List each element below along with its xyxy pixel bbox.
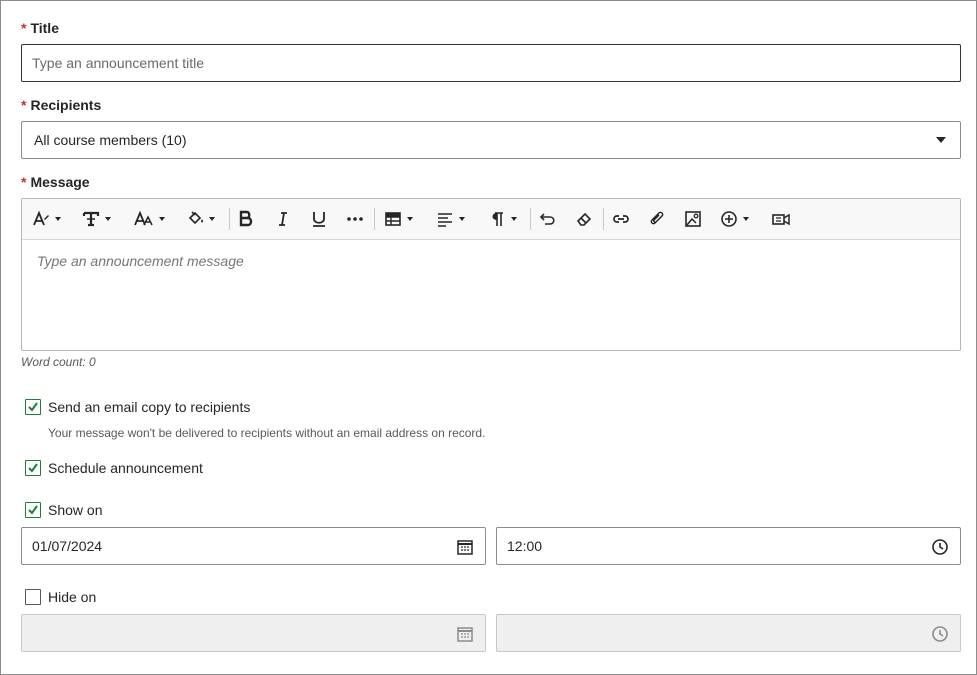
fill-color-icon[interactable]	[186, 207, 215, 231]
checkbox-checked-icon[interactable]	[25, 502, 41, 518]
announcement-form: * Title Type an announcement title * Recip…	[0, 0, 977, 675]
schedule-checkbox[interactable]: Schedule announcement	[25, 460, 203, 476]
title-label: * Title	[21, 20, 59, 36]
video-icon[interactable]	[772, 207, 790, 231]
show-on-checkbox[interactable]: Show on	[25, 502, 102, 518]
toolbar-divider	[229, 208, 230, 230]
toolbar-divider	[603, 208, 604, 230]
checkbox-unchecked-icon[interactable]	[25, 589, 41, 605]
show-on-time-input[interactable]: 12:00	[496, 527, 961, 565]
email-copy-hint: Your message won't be delivered to recip…	[48, 426, 486, 440]
show-on-date-input[interactable]: 01/07/2024	[21, 527, 486, 565]
message-editor: Type an announcement message	[21, 198, 961, 351]
paragraph-icon[interactable]	[488, 207, 517, 231]
recipients-select[interactable]: All course members (10)	[21, 121, 961, 159]
text-format-icon[interactable]	[82, 207, 111, 231]
link-icon[interactable]	[612, 207, 630, 231]
calendar-icon	[456, 625, 474, 646]
title-input[interactable]: Type an announcement title	[21, 44, 961, 82]
hide-on-date-input	[21, 614, 486, 652]
clock-icon	[931, 625, 949, 646]
italic-icon[interactable]	[274, 207, 292, 231]
editor-toolbar	[22, 199, 960, 240]
chevron-down-icon	[936, 137, 946, 143]
toolbar-divider	[530, 208, 531, 230]
underline-icon[interactable]	[310, 207, 328, 231]
toolbar-divider	[374, 208, 375, 230]
recipients-label: * Recipients	[21, 97, 102, 113]
insert-icon[interactable]	[720, 207, 749, 231]
hide-on-time-input	[496, 614, 961, 652]
more-icon[interactable]	[346, 207, 364, 231]
message-textarea[interactable]: Type an announcement message	[37, 253, 244, 269]
word-count: Word count: 0	[21, 355, 96, 369]
checkbox-checked-icon[interactable]	[25, 460, 41, 476]
attach-icon[interactable]	[648, 207, 666, 231]
table-icon[interactable]	[384, 207, 413, 231]
align-icon[interactable]	[436, 207, 465, 231]
bold-icon[interactable]	[237, 207, 255, 231]
calendar-icon[interactable]	[456, 538, 474, 559]
font-style-icon[interactable]	[32, 207, 61, 231]
clock-icon[interactable]	[931, 538, 949, 559]
email-copy-checkbox[interactable]: Send an email copy to recipients	[25, 399, 250, 415]
font-size-icon[interactable]	[134, 207, 165, 231]
checkbox-checked-icon[interactable]	[25, 399, 41, 415]
image-icon[interactable]	[684, 207, 702, 231]
clear-format-icon[interactable]	[575, 207, 593, 231]
hide-on-checkbox[interactable]: Hide on	[25, 589, 96, 605]
message-label: * Message	[21, 174, 90, 190]
undo-icon[interactable]	[539, 207, 557, 231]
